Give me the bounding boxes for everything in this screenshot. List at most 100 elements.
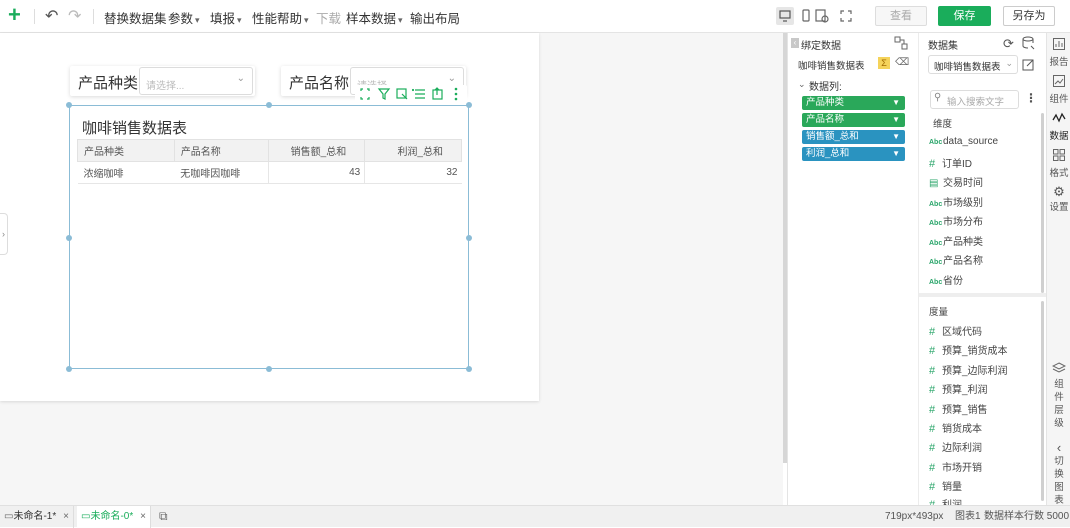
table-cell: 浓缩咖啡 [77,161,175,184]
desktop-view-icon[interactable] [776,7,794,25]
params-menu[interactable]: 参数 ▾ [168,8,200,27]
export-icon[interactable] [431,85,447,103]
measure-field[interactable]: # 边际利润 [929,439,982,454]
bound-field-pill[interactable]: 销售额_总和 ▼ [802,130,905,144]
chevron-down-icon: ▾ [304,15,309,25]
table-row: 浓缩咖啡 无咖啡因咖啡 43 32 [77,161,462,184]
save-button[interactable]: 保存 [938,6,991,26]
close-icon[interactable]: × [140,506,146,527]
resize-handle[interactable] [266,366,272,372]
dimension-field[interactable]: # 订单ID [929,155,972,170]
dimension-field[interactable]: Abc市场级别 [929,194,983,209]
edit-icon[interactable] [1022,58,1035,74]
fullscreen-icon[interactable] [357,85,373,103]
column-header[interactable]: 产品种类 [77,139,175,162]
performance-help-menu[interactable]: 性能帮助 ▾ [252,8,309,27]
download-menu[interactable]: 下载 [316,8,341,27]
collapse-icon[interactable]: ‹ [791,38,799,48]
rail-component[interactable]: 组件 [1047,74,1070,105]
fullscreen-icon[interactable] [837,7,855,25]
dimension-field[interactable]: Abc市场分布 [929,213,983,228]
dimension-field[interactable]: Abc省份 [929,272,963,287]
panel-splitter[interactable] [919,293,1047,297]
bound-field-pill[interactable]: 产品名称 ▼ [802,113,905,127]
select-icon[interactable] [395,85,411,103]
rail-switch-chart[interactable]: ‹ 切换图表 [1047,441,1070,507]
rail-settings[interactable]: ⚙ 设置 [1047,184,1070,214]
gear-icon: ⚙ [1053,184,1065,199]
eraser-icon[interactable]: ⌫ [895,57,909,68]
resize-handle[interactable] [266,102,272,108]
bound-field-pill[interactable]: 利润_总和 ▼ [802,147,905,161]
dataset-select[interactable]: 咖啡销售数据表 ⌄ [928,55,1018,74]
measure-field[interactable]: # 预算_销货成本 [929,342,1008,357]
add-icon[interactable]: + [8,2,21,28]
measure-field[interactable]: # 区域代码 [929,323,982,338]
redo-icon[interactable]: ↷ [68,6,81,26]
undo-icon[interactable]: ↶ [45,6,58,26]
close-icon[interactable]: × [63,506,69,527]
measure-field[interactable]: # 预算_边际利润 [929,362,1008,377]
resize-handle[interactable] [466,366,472,372]
list-icon[interactable] [412,85,428,103]
copy-icon[interactable]: ⧉ [155,506,168,528]
resize-handle[interactable] [66,235,72,241]
measure-field[interactable]: # 销货成本 [929,420,982,435]
panel-title: 绑定数据 [801,41,841,52]
dataset-link-icon[interactable] [894,36,908,53]
number-type-icon: # [929,384,936,396]
fill-menu[interactable]: 填报 ▾ [210,8,242,27]
replace-dataset-menu[interactable]: 替换数据集 [104,8,167,27]
resize-handle[interactable] [66,102,72,108]
column-header[interactable]: 产品名称 [173,139,270,162]
caret-down-icon[interactable]: ▼ [892,96,900,110]
chevron-down-icon: ▾ [237,15,242,25]
doc-tab-active[interactable]: ▭未命名-0* × [77,506,151,528]
measure-field[interactable]: # 市场开销 [929,459,982,474]
caret-down-icon[interactable]: ▼ [892,130,900,144]
measure-field[interactable]: # 预算_销售 [929,401,988,416]
caret-down-icon[interactable]: ▼ [892,147,900,161]
output-layout-menu[interactable]: 输出布局 [410,8,460,27]
more-icon[interactable] [450,85,462,103]
rail-layers[interactable]: 组件层级 [1047,361,1070,430]
search-icon: ⚲ [934,92,942,103]
bound-field-pill[interactable]: 产品种类 ▼ [802,96,905,110]
number-type-icon: # [929,423,936,435]
filter-icon[interactable] [376,85,392,103]
dimension-field[interactable]: Abcdata_source [929,136,998,147]
sample-data-menu[interactable]: 样本数据 ▾ [346,8,403,27]
dimension-field[interactable]: ▤ 交易时间 [929,174,983,189]
rail-format[interactable]: 格式 [1047,148,1070,179]
dimension-scrollbar[interactable] [1041,113,1044,293]
rail-report[interactable]: 报告 [1047,37,1070,68]
save-as-button[interactable]: 另存为 [1003,6,1055,26]
dimension-field[interactable]: Abc产品种类 [929,233,983,248]
collapse-left-tab[interactable]: › [0,213,8,255]
doc-tab[interactable]: ▭未命名-1* × [0,506,74,528]
preview-icon[interactable] [813,7,831,25]
dimension-field[interactable]: Abc产品名称 [929,252,983,267]
chevron-down-icon[interactable]: ⌄ [798,79,806,90]
measure-field[interactable]: # 销量 [929,478,962,493]
product-type-select[interactable]: 请选择... ⌄ [139,67,253,95]
rail-data[interactable]: 数据 [1047,111,1070,142]
table-header-row: 产品种类 产品名称 销售额_总和 利润_总和 [77,139,462,162]
number-type-icon: # [929,345,936,357]
measure-field[interactable]: # 预算_利润 [929,381,988,396]
column-header[interactable]: 销售额_总和 [268,139,366,162]
measure-field[interactable]: #利润 [929,496,962,505]
more-icon[interactable]: ⋮ [1025,91,1037,105]
dataset-edit-icon[interactable] [1022,36,1036,53]
data-table: 产品种类 产品名称 销售额_总和 利润_总和 浓缩咖啡 无咖啡因咖啡 43 32 [77,139,462,184]
sum-icon[interactable]: Σ [878,57,890,69]
resize-handle[interactable] [466,235,472,241]
view-button[interactable]: 查看 [875,6,927,26]
chevron-down-icon: ⌄ [447,73,456,84]
refresh-icon[interactable]: ⟳ [1003,36,1014,52]
field-search-input[interactable]: ⚲ 输入搜索文字 [930,90,1019,109]
measure-scrollbar[interactable] [1041,301,1044,501]
resize-handle[interactable] [66,366,72,372]
caret-down-icon[interactable]: ▼ [892,113,900,127]
column-header[interactable]: 利润_总和 [364,139,462,162]
